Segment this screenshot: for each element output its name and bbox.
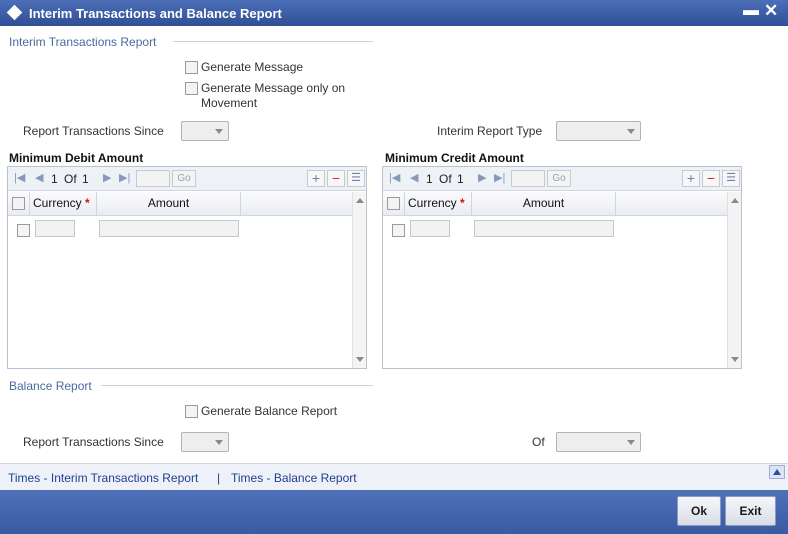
scroll-up-icon[interactable] [731, 198, 739, 203]
amount-column-header[interactable]: Amount [97, 192, 241, 215]
generate-message-movement-label-line1: Generate Message only on [201, 81, 346, 95]
interim-report-type-label: Interim Report Type [437, 124, 543, 138]
currency-column-header[interactable]: Currency * [405, 192, 472, 215]
title-bar: Interim Transactions and Balance Report … [0, 0, 788, 26]
debit-page-number: 1 [51, 172, 58, 186]
report-since-label: Report Transactions Since [23, 124, 164, 138]
prev-page-icon[interactable]: ◀ [35, 171, 43, 184]
add-row-icon[interactable]: + [682, 170, 700, 187]
button-bar: Ok Exit [0, 490, 788, 534]
first-page-icon[interactable]: |◀ [14, 171, 25, 184]
delete-row-icon[interactable]: − [702, 170, 720, 187]
generate-balance-checkbox[interactable] [185, 405, 198, 418]
credit-go-button[interactable]: Go [547, 170, 571, 187]
interim-report-type-select[interactable] [556, 121, 641, 141]
credit-grid-title: Minimum Credit Amount [385, 151, 524, 165]
row-checkbox[interactable] [392, 224, 405, 237]
debit-go-button[interactable]: Go [172, 170, 196, 187]
subscreen-link-bar: Times - Interim Transactions Report | Ti… [0, 463, 788, 490]
chevron-down-icon [215, 129, 223, 134]
scroll-down-icon[interactable] [731, 357, 739, 362]
triangle-up-icon [773, 469, 781, 475]
first-page-icon[interactable]: |◀ [389, 171, 400, 184]
ok-button[interactable]: Ok [677, 496, 721, 526]
credit-page-input[interactable] [511, 170, 545, 187]
credit-grid-scrollbar[interactable] [727, 192, 741, 368]
exit-button[interactable]: Exit [725, 496, 776, 526]
balance-section-divider [101, 385, 373, 386]
link-separator: | [217, 471, 221, 485]
view-rows-icon[interactable]: ☰ [722, 170, 740, 187]
select-all-checkbox[interactable] [387, 197, 400, 210]
credit-page-number: 1 [426, 172, 433, 186]
credit-grid-header: Currency * Amount [383, 192, 727, 216]
last-page-icon[interactable]: ▶| [494, 171, 505, 184]
balance-report-since-select[interactable] [181, 432, 229, 452]
credit-page-total: 1 [457, 172, 464, 186]
generate-message-movement-label-line2: Movement [201, 96, 258, 110]
add-row-icon[interactable]: + [307, 170, 325, 187]
generate-message-checkbox[interactable] [185, 61, 198, 74]
prev-page-icon[interactable]: ◀ [410, 171, 418, 184]
currency-column-header[interactable]: Currency * [30, 192, 97, 215]
scroll-up-icon[interactable] [356, 198, 364, 203]
next-page-icon[interactable]: ▶ [478, 171, 486, 184]
window-title: Interim Transactions and Balance Report [29, 6, 282, 21]
balance-report-since-label: Report Transactions Since [23, 435, 164, 449]
required-marker: * [460, 196, 465, 210]
generate-message-label: Generate Message [201, 60, 304, 74]
select-all-cell [8, 192, 30, 215]
debit-grid-scrollbar[interactable] [352, 192, 366, 368]
amount-input[interactable] [474, 220, 614, 237]
minimize-icon[interactable]: ▬ [743, 2, 759, 20]
generate-balance-label: Generate Balance Report [201, 404, 338, 418]
delete-row-icon[interactable]: − [327, 170, 345, 187]
currency-input[interactable] [35, 220, 75, 237]
debit-grid: |◀ ◀ 1 Of 1 ▶ ▶| Go + − ☰ Currency * Amo… [7, 166, 367, 369]
interim-transactions-link[interactable]: Times - Interim Transactions Report [8, 471, 198, 485]
generate-message-movement-checkbox[interactable] [185, 82, 198, 95]
debit-of-label: Of [64, 172, 77, 186]
select-all-cell [383, 192, 405, 215]
currency-header-label: Currency [408, 196, 457, 210]
credit-grid: |◀ ◀ 1 Of 1 ▶ ▶| Go + − ☰ Currency * Amo… [382, 166, 742, 369]
debit-page-input[interactable] [136, 170, 170, 187]
balance-of-select[interactable] [556, 432, 641, 452]
last-page-icon[interactable]: ▶| [119, 171, 130, 184]
interim-section-title: Interim Transactions Report [9, 35, 157, 49]
balance-of-label: Of [532, 435, 545, 449]
close-icon[interactable]: ✕ [764, 1, 778, 21]
currency-header-label: Currency [33, 196, 82, 210]
balance-report-link[interactable]: Times - Balance Report [231, 471, 357, 485]
debit-grid-title: Minimum Debit Amount [9, 151, 144, 165]
debit-grid-header: Currency * Amount [8, 192, 352, 216]
chevron-down-icon [215, 440, 223, 445]
scroll-down-icon[interactable] [356, 357, 364, 362]
amount-input[interactable] [99, 220, 239, 237]
next-page-icon[interactable]: ▶ [103, 171, 111, 184]
currency-input[interactable] [410, 220, 450, 237]
interim-section-divider [173, 41, 373, 42]
credit-grid-toolbar: |◀ ◀ 1 Of 1 ▶ ▶| Go + − ☰ [383, 167, 741, 191]
chevron-down-icon [627, 440, 635, 445]
amount-column-header[interactable]: Amount [472, 192, 616, 215]
view-rows-icon[interactable]: ☰ [347, 170, 365, 187]
scroll-up-button[interactable] [769, 465, 785, 479]
app-diamond-icon [6, 4, 23, 21]
debit-grid-toolbar: |◀ ◀ 1 Of 1 ▶ ▶| Go + − ☰ [8, 167, 366, 191]
row-checkbox[interactable] [17, 224, 30, 237]
report-since-select[interactable] [181, 121, 229, 141]
credit-of-label: Of [439, 172, 452, 186]
required-marker: * [85, 196, 90, 210]
balance-section-title: Balance Report [9, 379, 92, 393]
chevron-down-icon [627, 129, 635, 134]
debit-page-total: 1 [82, 172, 89, 186]
select-all-checkbox[interactable] [12, 197, 25, 210]
